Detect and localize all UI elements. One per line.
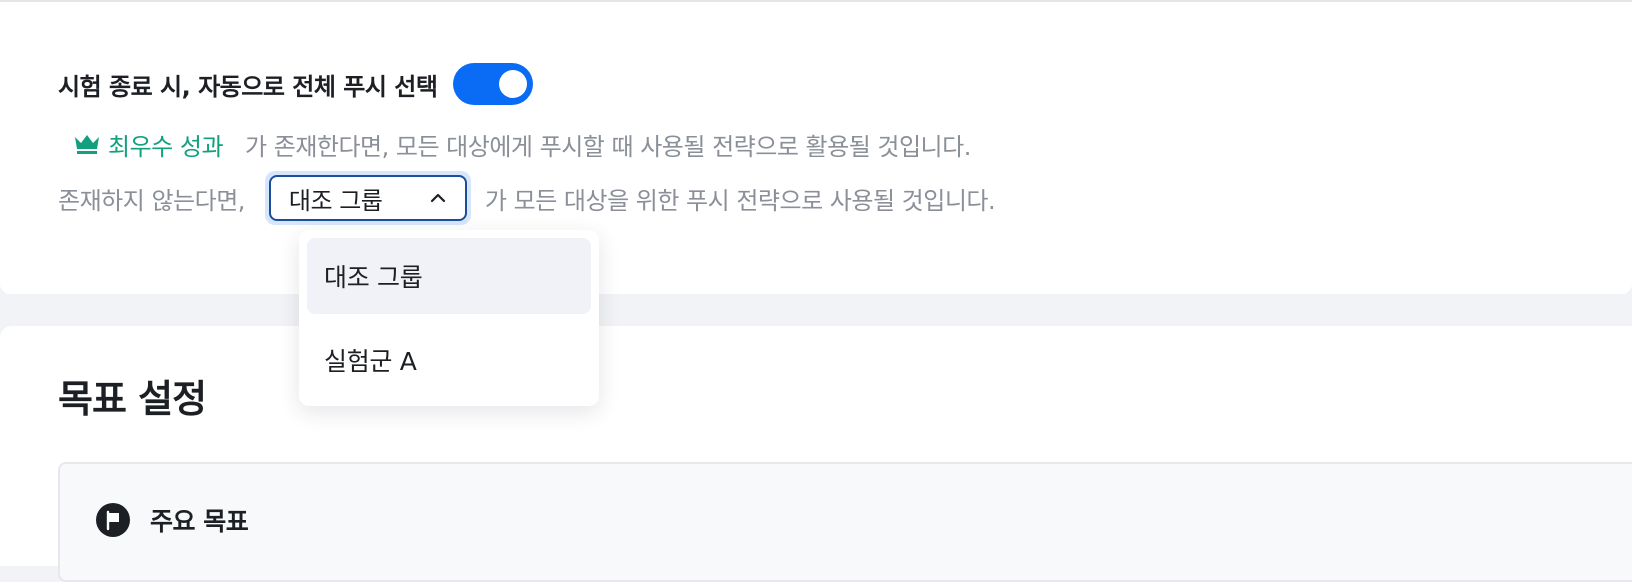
dropdown-option-label: 실험군 A	[324, 347, 417, 376]
best-performance-text: 가 존재한다면, 모든 대상에게 푸시할 때 사용될 전략으로 활용될 것입니다…	[245, 132, 971, 161]
auto-push-settings-card: 시험 종료 시, 자동으로 전체 푸시 선택 최우수 성과 가 존재한다면, 모…	[0, 0, 1632, 294]
best-performance-label: 최우수 성과	[108, 132, 224, 161]
goal-settings-card: 목표 설정 주요 목표	[0, 326, 1632, 582]
chevron-up-icon	[430, 193, 446, 203]
fallback-select-focus-ring: 대조 그룹	[264, 171, 471, 225]
auto-push-toggle-row: 시험 종료 시, 자동으로 전체 푸시 선택	[58, 63, 534, 105]
primary-goal-label: 주요 목표	[150, 507, 249, 536]
crown-icon	[75, 135, 99, 154]
primary-goal-panel: 주요 목표	[58, 462, 1632, 582]
auto-push-toggle[interactable]	[453, 63, 534, 105]
goal-section-title: 목표 설정	[58, 377, 207, 421]
dropdown-option-control-group[interactable]: 대조 그룹	[307, 238, 591, 314]
fallback-select-dropdown: 대조 그룹 실험군 A	[299, 230, 599, 406]
toggle-knob	[499, 70, 528, 98]
fallback-suffix-text: 가 모든 대상을 위한 푸시 전략으로 사용될 것입니다.	[484, 186, 996, 215]
fallback-description: 존재하지 않는다면, 대조 그룹 가 모든 대상을 위한 푸시 전략으로 사용될…	[58, 171, 996, 225]
fallback-select-value: 대조 그룹	[288, 186, 383, 215]
dropdown-option-label: 대조 그룹	[324, 263, 423, 292]
flag-icon	[96, 503, 130, 537]
auto-push-toggle-label: 시험 종료 시, 자동으로 전체 푸시 선택	[58, 72, 438, 101]
fallback-prefix-text: 존재하지 않는다면,	[58, 186, 245, 215]
best-performance-chip: 최우수 성과	[74, 127, 224, 162]
dropdown-option-variant-a[interactable]: 실험군 A	[307, 322, 591, 398]
fallback-group-select[interactable]: 대조 그룹	[268, 175, 467, 221]
best-performance-description: 최우수 성과 가 존재한다면, 모든 대상에게 푸시할 때 사용될 전략으로 활…	[74, 126, 971, 162]
primary-goal-header: 주요 목표	[96, 502, 249, 538]
